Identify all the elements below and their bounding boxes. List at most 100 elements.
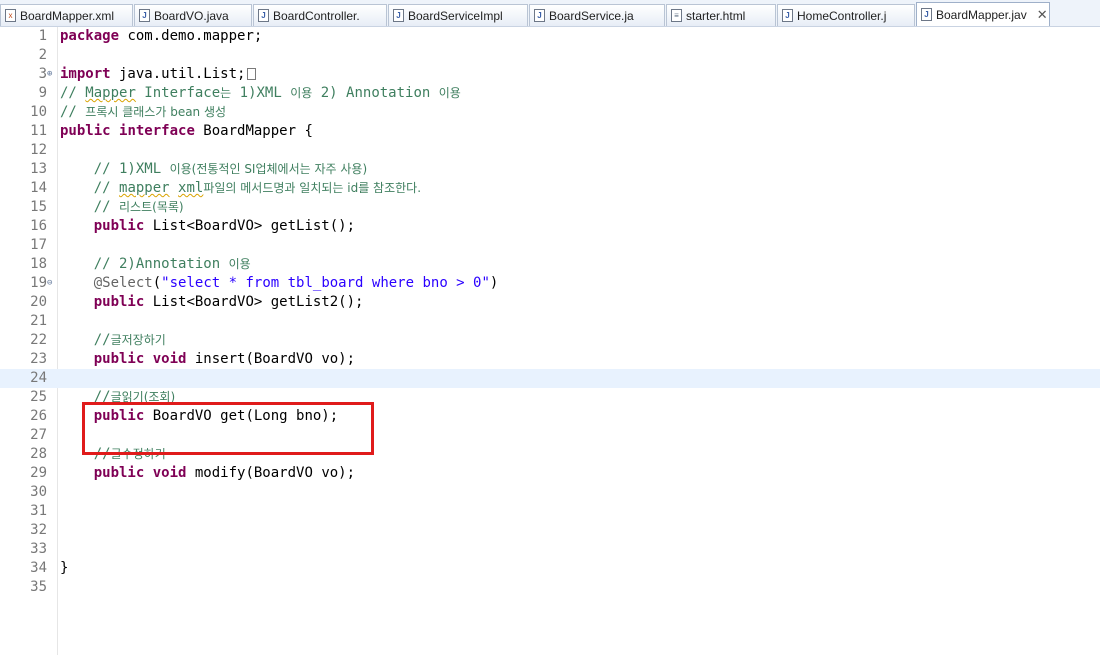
xml-file-icon [5,9,16,22]
expand-fold-icon[interactable]: ⊕ [47,70,55,79]
tab-homecontroller-j[interactable]: HomeController.j [777,4,915,26]
code-token: @Select [93,275,153,291]
java-file-icon [534,9,545,22]
code-line[interactable]: 10 // 프록시 클래스가 bean 생성 [0,103,1100,122]
code-text: package com.demo.mapper; [60,27,262,46]
code-text: // 리스트(목록) [60,198,184,217]
line-number: 28 [30,446,47,462]
tab-boardmapper-xml[interactable]: BoardMapper.xml [0,4,133,26]
tab-boardmapper-jav[interactable]: BoardMapper.jav ✕ [916,2,1050,26]
code-editor[interactable]: 1 package com.demo.mapper; 2 3 ⊕ import java.… [0,27,1100,655]
line-number: 3 [38,66,47,82]
code-text: public List<BoardVO> getList2(); [60,293,364,312]
code-token: insert(BoardVO vo); [186,351,356,367]
code-text: //글수정하기 [60,445,166,464]
code-line[interactable]: 33 [0,540,1100,559]
code-line[interactable]: 15 // 리스트(목록) [0,198,1100,217]
code-line[interactable]: 13 // 1)XML 이용(전통적인 SI업체에서는 자주 사용) [0,160,1100,179]
code-line[interactable]: 2 [0,46,1100,65]
code-token: mapper [119,180,170,196]
line-number: 22 [30,332,47,348]
code-line[interactable]: 23 public void insert(BoardVO vo); [0,350,1100,369]
code-line[interactable]: 26 public BoardVO get(Long bno); [0,407,1100,426]
tab-label: BoardVO.java [154,8,229,23]
code-text: public List<BoardVO> getList(); [60,217,355,236]
code-token: List<BoardVO> getList2(); [144,294,364,310]
code-token: Interface [135,85,221,101]
line-number: 18 [30,256,47,272]
code-token: public [93,351,145,367]
code-line[interactable]: 25 //글읽기(조회) [0,388,1100,407]
line-number: 29 [30,465,47,481]
tab-label: starter.html [686,8,746,23]
code-token: 이용(전통적인 SI업체에서는 자주 사용) [169,162,368,176]
tab-boardcontroller[interactable]: BoardController. [253,4,387,26]
line-number: 33 [30,541,47,557]
tab-boardserviceimpl[interactable]: BoardServiceImpl [388,4,528,26]
tab-boardservice-ja[interactable]: BoardService.ja [529,4,665,26]
line-number: 14 [30,180,47,196]
code-line[interactable]: 28 //글수정하기 [0,445,1100,464]
collapsed-imports-icon[interactable] [247,68,257,80]
code-line[interactable]: 17 [0,236,1100,255]
tab-starter-html[interactable]: starter.html [666,4,776,26]
code-line[interactable]: 24 [0,369,1100,388]
code-token: import [60,66,111,82]
code-line[interactable]: 31 [0,502,1100,521]
code-token: 리스트(목록) [119,200,184,214]
code-line[interactable]: 19 ⊖ @Select("select * from tbl_board whe… [0,274,1100,293]
code-line[interactable]: 22 //글저장하기 [0,331,1100,350]
code-line[interactable]: 11 public interface BoardMapper { [0,122,1100,141]
code-line[interactable]: 35 [0,578,1100,597]
code-line[interactable]: 16 public List<BoardVO> getList(); [0,217,1100,236]
code-line[interactable]: 12 [0,141,1100,160]
line-number: 2 [38,47,47,63]
line-number: 26 [30,408,47,424]
code-text: // 프록시 클래스가 bean 생성 [60,103,226,122]
code-text: import java.util.List; [60,65,257,84]
code-line[interactable]: 1 package com.demo.mapper; [0,27,1100,46]
code-line[interactable]: 27 [0,426,1100,445]
line-number: 34 [30,560,47,576]
line-number: 19 [30,275,47,291]
code-text: public BoardVO get(Long bno); [60,407,338,426]
line-number: 23 [30,351,47,367]
code-token: 2) Annotation [312,85,439,101]
code-line[interactable]: 21 [0,312,1100,331]
code-token: public [93,465,145,481]
code-text: // Mapper Interface는 1)XML 이용 2) Annotat… [60,84,461,103]
collapse-fold-icon[interactable]: ⊖ [47,279,55,288]
tab-boardvo-java[interactable]: BoardVO.java [134,4,252,26]
code-line[interactable]: 30 [0,483,1100,502]
code-line[interactable]: 29 public void modify(BoardVO vo); [0,464,1100,483]
code-token: // [93,446,111,462]
line-number: 20 [30,294,47,310]
code-token: void [152,351,187,367]
code-text: // 1)XML 이용(전통적인 SI업체에서는 자주 사용) [60,160,367,179]
code-line[interactable]: 34} [0,559,1100,578]
code-line[interactable]: 9 // Mapper Interface는 1)XML 이용 2) Annota… [0,84,1100,103]
line-number: 31 [30,503,47,519]
line-number: 15 [30,199,47,215]
close-tab-icon[interactable]: ✕ [1037,7,1048,23]
code-line[interactable]: 14 // mapper xml파일의 메서드명과 일치되는 id를 참조한다. [0,179,1100,198]
java-file-icon [393,9,404,22]
tab-label: BoardServiceImpl [408,8,503,23]
code-line[interactable]: 18 // 2)Annotation 이용 [0,255,1100,274]
code-token: ) [489,275,499,291]
code-line[interactable]: 20 public List<BoardVO> getList2(); [0,293,1100,312]
code-text: //글읽기(조회) [60,388,175,407]
code-token: // 2)Annotation [93,256,229,272]
code-line[interactable]: 32 [0,521,1100,540]
line-number: 11 [30,123,47,139]
code-line[interactable]: 3 ⊕ import java.util.List; [0,65,1100,84]
code-token: public [93,408,145,424]
